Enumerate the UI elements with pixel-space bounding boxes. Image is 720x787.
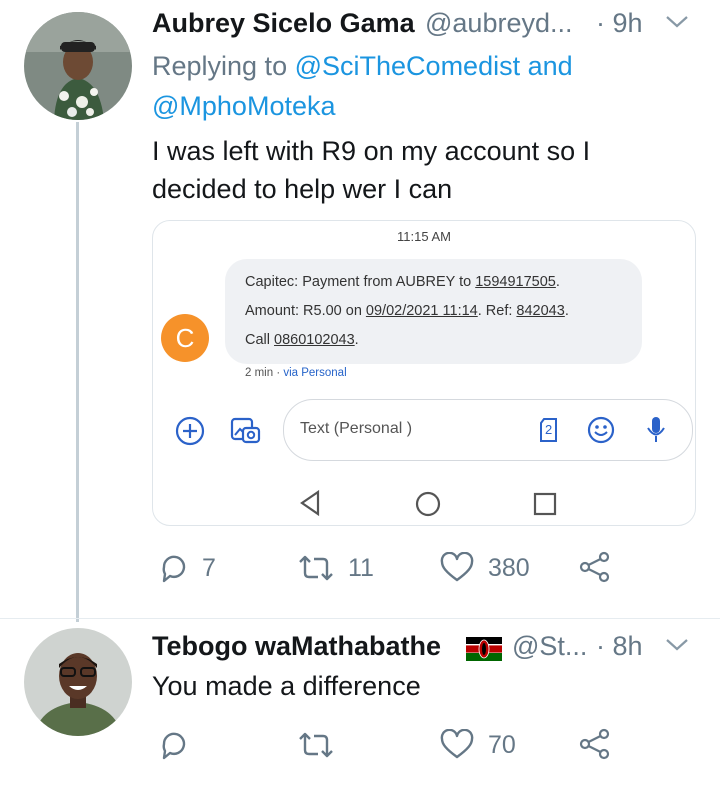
reply-count: 7 — [202, 554, 216, 582]
gallery-icon — [229, 414, 261, 451]
tweet-text: I was left with R9 on my account so I de… — [152, 136, 591, 204]
share-button[interactable] — [578, 550, 614, 586]
message-input: Text (Personal ) 2 — [283, 399, 693, 461]
kenya-flag-emoji — [466, 637, 502, 666]
tweet-text: You made a difference — [152, 671, 421, 701]
share-icon — [579, 551, 610, 583]
chevron-down-icon[interactable] — [664, 637, 690, 658]
timestamp[interactable]: · 8h — [596, 631, 643, 662]
author-handle[interactable]: @aubreyd... — [425, 8, 573, 39]
like-count: 380 — [488, 554, 530, 582]
retweet-icon — [299, 555, 333, 581]
reply-button[interactable] — [158, 727, 198, 763]
thread-line — [76, 122, 79, 622]
heart-icon — [440, 552, 474, 582]
share-icon — [579, 728, 610, 760]
author-handle[interactable]: @St... — [512, 631, 587, 662]
mention-and: and — [527, 51, 573, 81]
sim-icon: 2 — [538, 417, 560, 448]
avatar[interactable] — [24, 12, 132, 120]
author-name[interactable]: Tebogo waMathabathe — [152, 631, 441, 662]
sender-avatar: C — [161, 314, 209, 362]
message-line: Capitec: Payment from AUBREY to 15949175… — [245, 274, 560, 290]
retweet-button[interactable] — [296, 727, 340, 763]
retweet-icon — [299, 732, 333, 758]
back-icon — [298, 489, 322, 522]
attached-image[interactable]: 11:15 AM Capitec: Payment from AUBREY to… — [152, 220, 696, 526]
like-button[interactable]: 70 — [440, 727, 530, 763]
retweet-button[interactable]: 11 — [296, 550, 386, 586]
timestamp[interactable]: · 9h — [596, 8, 643, 39]
avatar[interactable] — [24, 628, 132, 736]
divider — [0, 618, 720, 619]
mention-link[interactable]: @MphoMoteka — [152, 91, 336, 121]
share-button[interactable] — [578, 727, 614, 763]
reply-button[interactable]: 7 — [158, 550, 228, 586]
microphone-icon — [646, 415, 666, 450]
sim-number: 2 — [545, 422, 553, 437]
message-line: Call 0860102043. — [245, 332, 359, 348]
message-line: Amount: R5.00 on 09/02/2021 11:14. Ref: … — [245, 303, 569, 319]
like-count: 70 — [488, 731, 516, 759]
reply-icon — [162, 555, 186, 583]
reply-icon — [162, 732, 186, 760]
recent-apps-icon — [533, 492, 557, 521]
message-meta: 2 min · via Personal — [245, 367, 347, 379]
chevron-down-icon[interactable] — [664, 14, 690, 35]
emoji-icon — [587, 416, 615, 449]
author-name[interactable]: Aubrey Sicelo Gama — [152, 8, 415, 39]
mention-link[interactable]: @SciTheComedist — [295, 51, 520, 81]
home-icon — [415, 491, 441, 522]
heart-icon — [440, 729, 474, 759]
input-placeholder: Text (Personal ) — [300, 420, 413, 437]
like-button[interactable]: 380 — [440, 550, 540, 586]
plus-icon — [175, 416, 205, 451]
retweet-count: 11 — [348, 554, 374, 582]
replying-to: Replying to @SciTheComedist and @MphoMot… — [152, 51, 573, 121]
message-bubble: Capitec: Payment from AUBREY to 15949175… — [225, 259, 642, 364]
sms-time: 11:15 AM — [397, 229, 451, 244]
